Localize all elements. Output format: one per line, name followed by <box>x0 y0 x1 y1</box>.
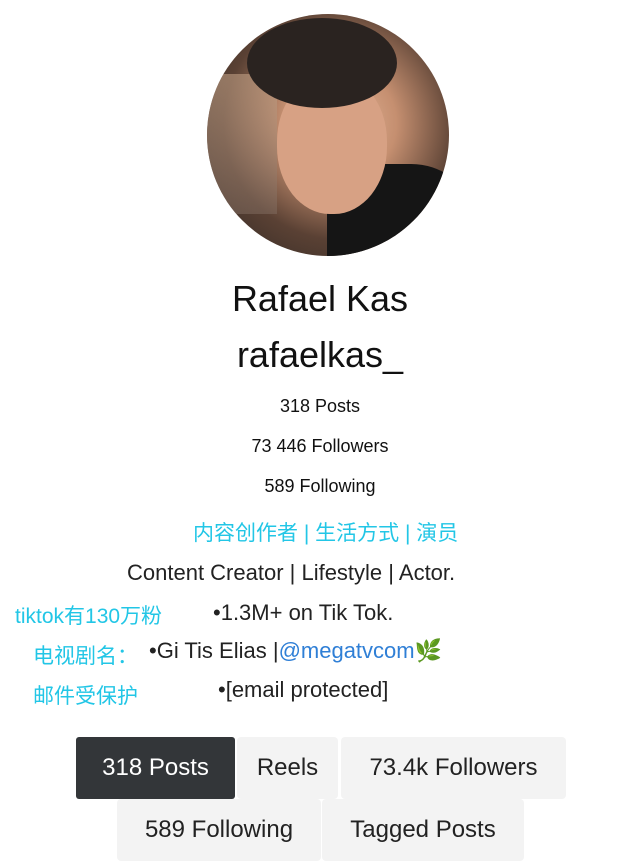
leaf-emoji-icon: 🌿 <box>414 638 443 663</box>
bio-translation-email: 邮件受保护 <box>33 685 138 708</box>
bio-tv-show: •Gi Tis Elias | <box>149 638 279 663</box>
bio-translation-tv: 电视剧名： <box>33 645 138 668</box>
tab-followers[interactable]: 73.4k Followers <box>341 737 566 799</box>
username: rafaelkas_ <box>236 334 404 375</box>
bio-translation-line1: 内容创作者 | 生活方式 | 演员 <box>193 522 459 545</box>
tab-tagged-posts[interactable]: Tagged Posts <box>322 799 524 861</box>
avatar-hair <box>247 18 397 108</box>
bio-translation-tiktok: tiktok有130万粉 <box>15 605 163 628</box>
tab-posts[interactable]: 318 Posts <box>76 737 235 799</box>
bio-tiktok: •1.3M+ on Tik Tok. <box>213 600 394 625</box>
following-count: 589 Following <box>264 476 376 496</box>
posts-count: 318 Posts <box>279 396 361 416</box>
bio-tv-line: •Gi Tis Elias |@megatvcom🌿 <box>149 638 442 664</box>
megatvcom-link[interactable]: @megatvcom <box>279 638 415 663</box>
profile-avatar[interactable] <box>207 14 449 256</box>
followers-count: 73 446 Followers <box>251 436 389 456</box>
display-name: Rafael Kas <box>231 278 409 319</box>
avatar-background <box>207 74 277 214</box>
bio-email[interactable]: •[email protected] <box>218 677 388 703</box>
tab-reels[interactable]: Reels <box>237 737 338 799</box>
bio-line1: Content Creator | Lifestyle | Actor. <box>127 560 456 585</box>
tab-following[interactable]: 589 Following <box>117 799 321 861</box>
